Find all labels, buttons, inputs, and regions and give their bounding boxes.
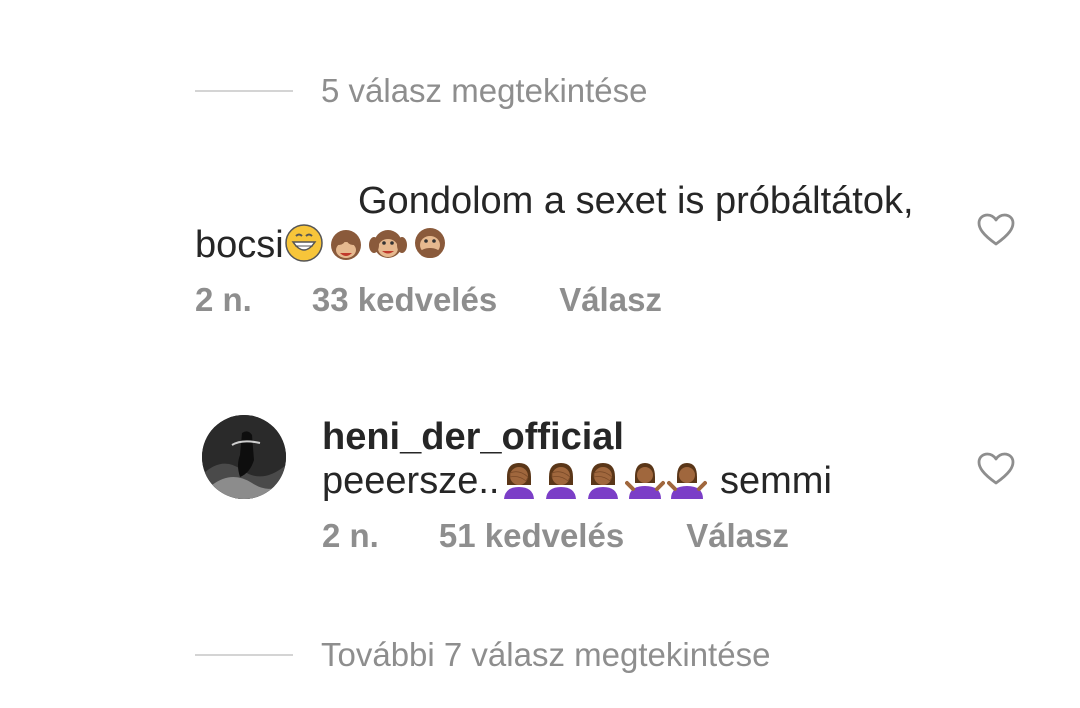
view-replies-button[interactable]: 5 válasz megtekintése (195, 72, 648, 110)
reply-button[interactable]: Válasz (686, 517, 789, 555)
comment-time: 2 n. (195, 281, 252, 318)
woman-shrugging-emoji (667, 463, 708, 499)
reply-divider-line (195, 90, 293, 92)
like-heart-icon[interactable] (977, 452, 1015, 486)
like-heart-icon[interactable] (977, 213, 1015, 247)
comment-meta: 2 n. 33 kedvelés Válasz (195, 281, 955, 319)
comment-likes[interactable]: 33 kedvelés (312, 281, 497, 319)
woman-shrugging-emoji (625, 463, 666, 499)
comment-likes[interactable]: 51 kedvelés (439, 517, 624, 555)
reply-divider-line (195, 654, 293, 656)
woman-facepalming-emoji (504, 463, 535, 499)
avatar-image (202, 415, 286, 499)
see-no-evil-monkey-emoji (330, 230, 361, 260)
reply-button[interactable]: Válasz (559, 281, 662, 319)
comment-time: 2 n. (322, 517, 379, 554)
comment-text-row: Gondolom a sexet is próbáltátok, bocsi (195, 180, 955, 267)
avatar[interactable] (202, 415, 286, 499)
comment-text-suffix: semmi (720, 460, 832, 502)
speak-no-evil-monkey-emoji (414, 228, 445, 258)
comment-text-row: peeersze.. semmi (322, 459, 942, 503)
hear-no-evil-monkey-emoji (368, 230, 407, 258)
woman-facepalming-emoji (588, 463, 619, 499)
view-replies-label: További 7 válasz megtekintése (321, 636, 771, 673)
comment-meta: 2 n. 51 kedvelés Válasz (322, 517, 942, 555)
username[interactable]: heni_der_official (322, 415, 942, 459)
woman-facepalming-emoji (546, 463, 577, 499)
grinning-face-emoji (284, 224, 323, 262)
comment: Gondolom a sexet is próbáltátok, bocsi 2… (195, 180, 955, 319)
view-more-replies-button[interactable]: További 7 válasz megtekintése (195, 636, 770, 674)
comment-text: peeersze.. (322, 460, 500, 502)
view-replies-label: 5 válasz megtekintése (321, 72, 648, 109)
